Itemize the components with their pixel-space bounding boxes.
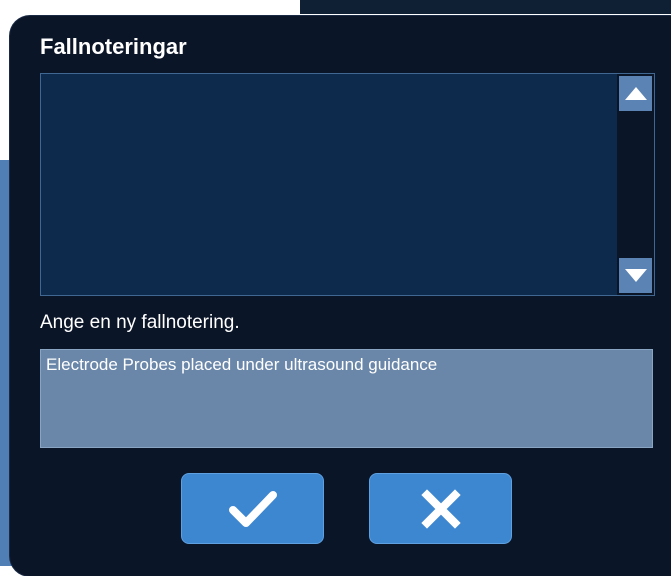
case-notes-dialog: Fallnoteringar Ange en ny fallnotering. <box>10 16 671 576</box>
new-note-input[interactable] <box>40 349 653 448</box>
scroll-up-button[interactable] <box>619 76 652 111</box>
confirm-button[interactable] <box>181 473 324 544</box>
close-icon <box>420 488 461 529</box>
scroll-down-button[interactable] <box>619 258 652 293</box>
new-note-label: Ange en ny fallnotering. <box>40 312 240 333</box>
arrow-down-icon <box>624 269 647 282</box>
cancel-button[interactable] <box>369 473 512 544</box>
dialog-title: Fallnoteringar <box>40 34 187 59</box>
case-notes-list[interactable] <box>40 73 655 296</box>
background-strip <box>300 0 671 14</box>
arrow-up-icon <box>624 87 647 100</box>
checkmark-icon <box>228 490 277 527</box>
notes-scrollbar[interactable] <box>617 74 654 295</box>
